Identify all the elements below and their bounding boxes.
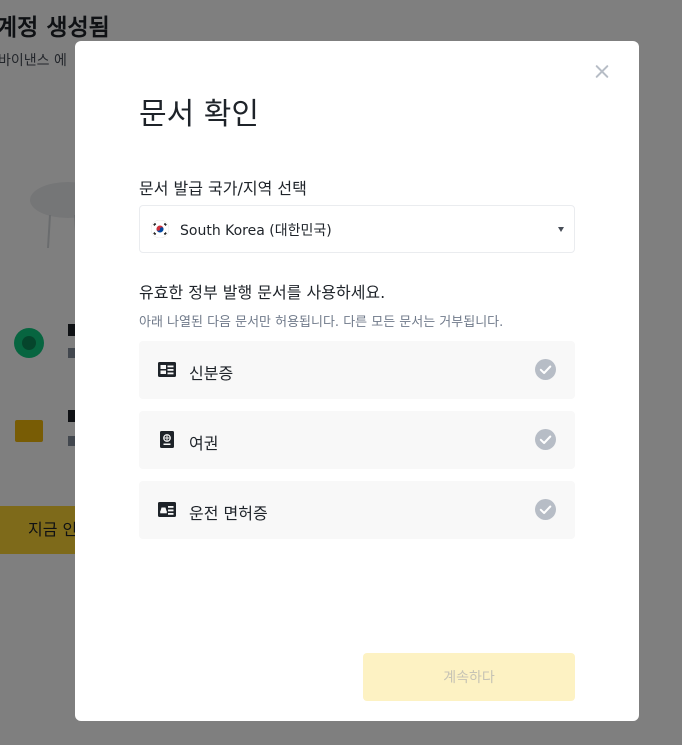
caret-down-icon [558, 227, 564, 232]
document-option-passport[interactable]: 여권 [139, 411, 575, 469]
document-verification-modal: 문서 확인 문서 발급 국가/지역 선택 South Korea (대한민국) … [75, 41, 639, 721]
driver-license-icon [158, 502, 176, 517]
documents-heading: 유효한 정부 발행 문서를 사용하세요. [139, 283, 386, 302]
document-option-id-card[interactable]: 신분증 [139, 341, 575, 399]
check-circle-icon [535, 499, 556, 520]
document-label: 운전 면허증 [189, 504, 268, 523]
continue-button[interactable]: 계속하다 [363, 653, 575, 701]
passport-icon [160, 431, 174, 448]
check-circle-icon [535, 359, 556, 380]
document-option-driver-license[interactable]: 운전 면허증 [139, 481, 575, 539]
country-select[interactable]: South Korea (대한민국) [139, 205, 575, 253]
document-label: 여권 [189, 434, 219, 453]
country-selected-value: South Korea (대한민국) [180, 223, 332, 239]
documents-subtitle: 아래 나열된 다음 문서만 허용됩니다. 다른 모든 문서는 거부됩니다. [139, 315, 504, 330]
south-korea-flag-icon [151, 220, 169, 238]
country-label: 문서 발급 국가/지역 선택 [139, 179, 307, 198]
id-card-icon [158, 362, 176, 377]
document-label: 신분증 [189, 364, 234, 383]
close-icon[interactable] [591, 61, 613, 83]
check-circle-icon [535, 429, 556, 450]
modal-title: 문서 확인 [139, 97, 259, 132]
